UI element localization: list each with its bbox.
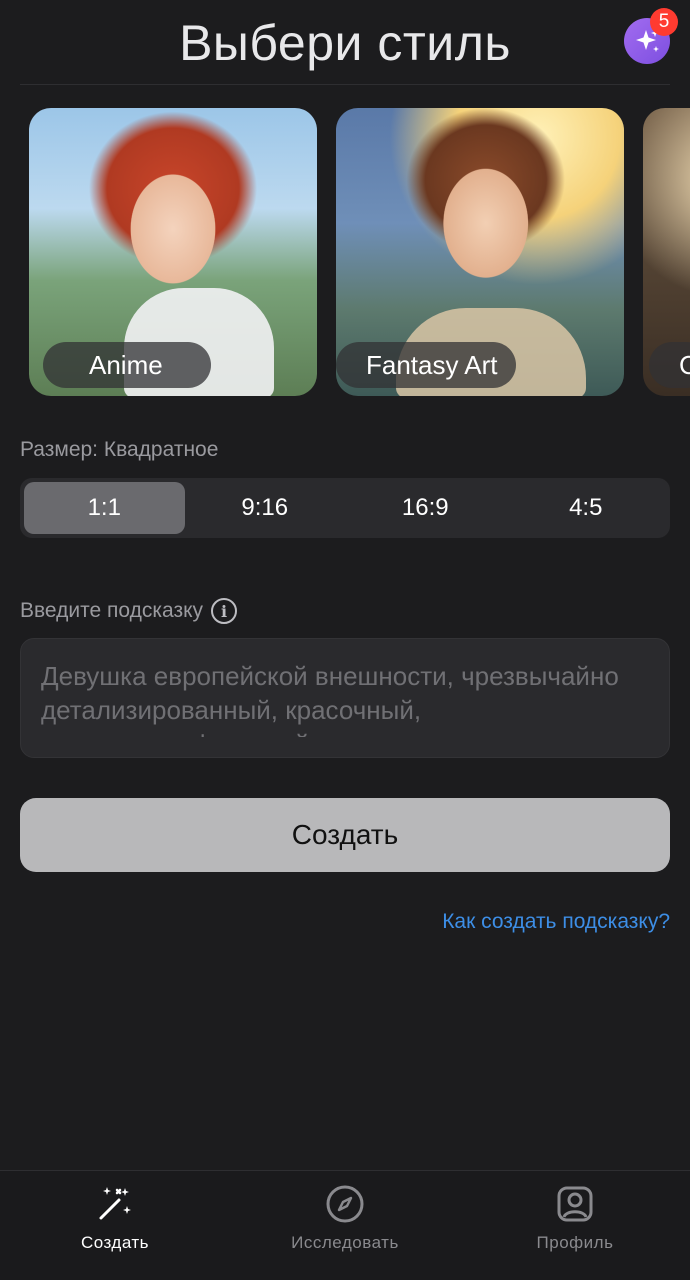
tab-explore[interactable]: Исследовать [245, 1183, 445, 1253]
aspect-option-1-1[interactable]: 1:1 [24, 482, 185, 534]
profile-icon [554, 1183, 596, 1225]
style-label: Anime [43, 342, 211, 388]
aspect-option-16-9[interactable]: 16:9 [345, 482, 506, 534]
info-icon[interactable]: i [211, 598, 238, 624]
prompt-help-link[interactable]: Как создать подсказку? [442, 910, 670, 934]
aspect-option-4-5[interactable]: 4:5 [506, 482, 667, 534]
style-card-partial[interactable]: C [643, 108, 690, 396]
aspect-ratio-selector: 1:1 9:16 16:9 4:5 [20, 478, 670, 538]
prompt-label-row: Введите подсказку i [20, 598, 238, 624]
size-label: Размер: Квадратное [20, 438, 219, 461]
tab-label: Исследовать [291, 1233, 399, 1252]
page-title: Выбери стиль [179, 15, 511, 71]
style-card-anime[interactable]: Anime [29, 108, 317, 396]
style-carousel[interactable]: Anime Fantasy Art C [0, 108, 690, 396]
prompt-field [20, 638, 670, 758]
style-card-fantasy-art[interactable]: Fantasy Art [336, 108, 624, 396]
create-button[interactable]: Создать [20, 798, 670, 872]
tab-profile[interactable]: Профиль [475, 1183, 675, 1253]
prompt-input[interactable] [41, 659, 649, 737]
header: Выбери стиль 5 [0, 0, 690, 86]
prompt-label: Введите подсказку [20, 599, 204, 622]
style-label: Fantasy Art [336, 342, 516, 388]
tab-label: Профиль [536, 1233, 614, 1252]
tab-bar: Создать Исследовать Профиль [0, 1170, 690, 1280]
style-label: C [649, 342, 690, 388]
header-divider [20, 84, 670, 85]
tab-label: Создать [80, 1233, 150, 1252]
aspect-option-9-16[interactable]: 9:16 [185, 482, 346, 534]
tab-create[interactable]: Создать [15, 1183, 215, 1253]
magic-wand-icon [94, 1183, 136, 1225]
compass-icon [324, 1183, 366, 1225]
notification-badge: 5 [650, 8, 678, 36]
